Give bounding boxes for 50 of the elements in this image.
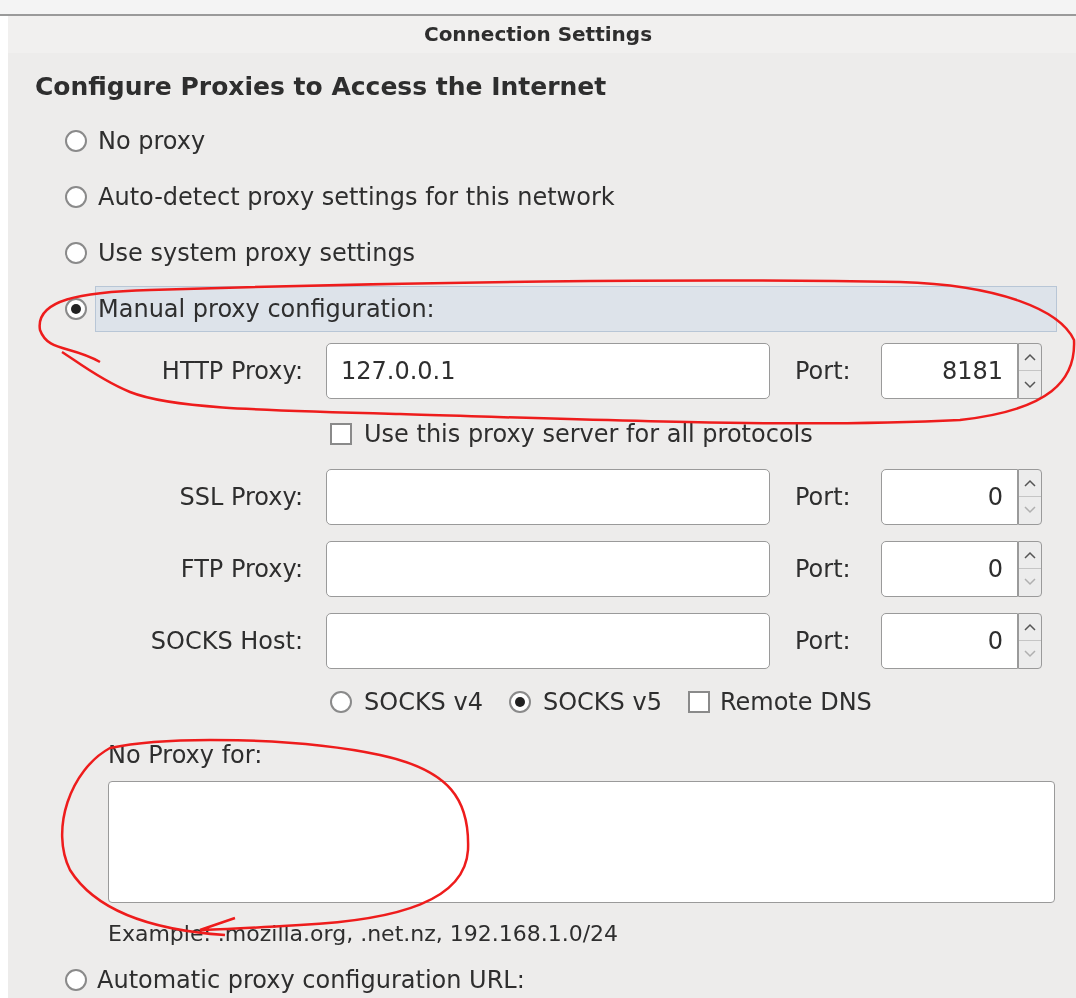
radio-label[interactable]: SOCKS v4 bbox=[364, 683, 483, 720]
checkbox[interactable] bbox=[330, 422, 352, 445]
down-icon bbox=[1024, 380, 1036, 389]
radio-label[interactable]: No proxy bbox=[95, 121, 207, 160]
radio-button[interactable] bbox=[508, 690, 531, 713]
radio-button[interactable] bbox=[65, 297, 87, 320]
radio-button[interactable] bbox=[65, 969, 87, 991]
field-label: SSL Proxy: bbox=[178, 481, 304, 513]
window-title: Connection Settings bbox=[423, 21, 653, 49]
radio-label[interactable]: Manual proxy configuration: bbox=[95, 285, 1057, 332]
field-label: Port: bbox=[795, 481, 852, 513]
radio-label[interactable]: Auto-detect proxy settings for this network bbox=[95, 177, 616, 216]
checkbox-label[interactable]: Remote DNS bbox=[719, 683, 872, 720]
field-label: SOCKS Host: bbox=[149, 625, 304, 657]
port-field[interactable]: 0 bbox=[881, 468, 1018, 525]
field-label: HTTP Proxy: bbox=[160, 355, 304, 387]
host-field[interactable] bbox=[326, 540, 770, 597]
radio-button[interactable] bbox=[65, 185, 87, 208]
up-icon bbox=[1024, 623, 1036, 631]
section-heading: Configure Proxies to Access the Internet bbox=[35, 70, 607, 103]
host-field[interactable] bbox=[326, 612, 770, 669]
down-icon bbox=[1024, 506, 1036, 515]
down-icon bbox=[1024, 650, 1036, 659]
spin-buttons[interactable] bbox=[1018, 342, 1042, 399]
down-icon bbox=[1024, 578, 1036, 587]
radio-button[interactable] bbox=[65, 129, 87, 152]
radio-button[interactable] bbox=[65, 241, 87, 264]
port-field[interactable]: 0 bbox=[881, 540, 1018, 597]
example-hint: Example: .mozilla.org, .net.nz, 192.168.1.0/24 bbox=[108, 920, 619, 948]
radio-label[interactable]: SOCKS v5 bbox=[542, 683, 662, 720]
radio-label[interactable]: Automatic proxy configuration URL: bbox=[97, 962, 525, 998]
port-field[interactable]: 0 bbox=[881, 612, 1018, 669]
field-label: Port: bbox=[795, 625, 852, 657]
field-label: FTP Proxy: bbox=[179, 553, 304, 585]
field-label: Port: bbox=[795, 355, 852, 387]
no-proxy-field[interactable] bbox=[108, 780, 1055, 903]
up-icon bbox=[1024, 479, 1036, 487]
checkbox-label[interactable]: Use this proxy server for all protocols bbox=[364, 415, 813, 452]
radio-label[interactable]: Use system proxy settings bbox=[95, 233, 417, 272]
radio-button[interactable] bbox=[330, 690, 352, 713]
spin-buttons[interactable] bbox=[1018, 612, 1042, 669]
up-icon bbox=[1024, 551, 1036, 559]
up-icon bbox=[1024, 353, 1036, 362]
checkbox[interactable] bbox=[687, 690, 710, 713]
host-field[interactable]: 127.0.0.1 bbox=[326, 342, 770, 399]
port-field[interactable]: 8181 bbox=[881, 342, 1018, 399]
spin-buttons[interactable] bbox=[1018, 540, 1042, 597]
host-field[interactable] bbox=[326, 468, 770, 525]
spin-buttons[interactable] bbox=[1018, 468, 1042, 525]
field-label: Port: bbox=[795, 553, 852, 585]
